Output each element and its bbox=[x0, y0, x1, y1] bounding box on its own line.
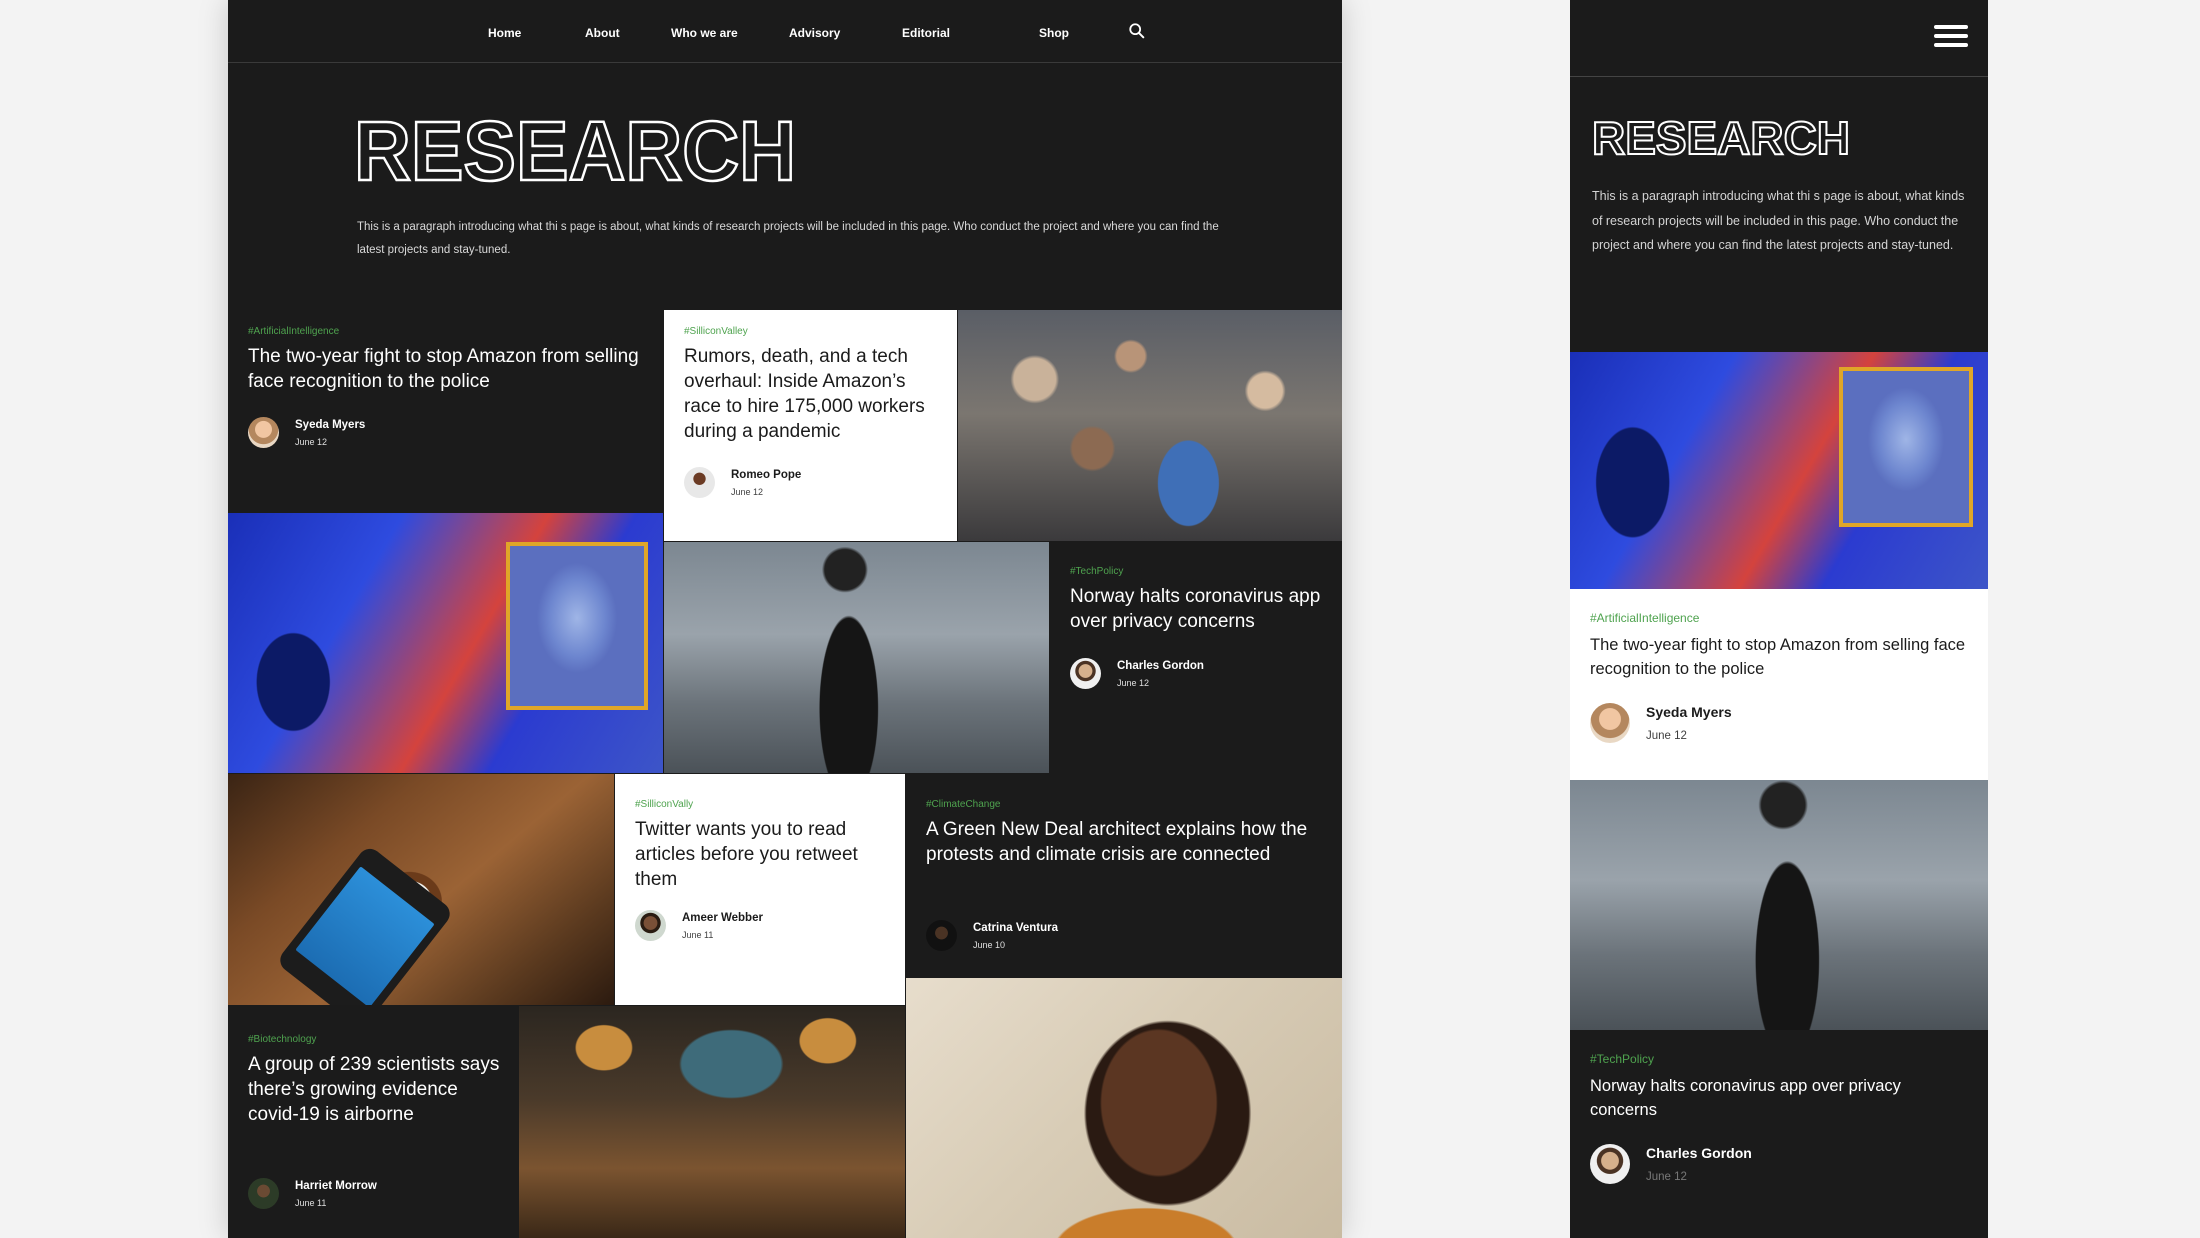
nav-item-advisory[interactable]: Advisory bbox=[789, 26, 840, 40]
smartphone-image bbox=[275, 844, 455, 1005]
mobile-page: RESEARCH This is a paragraph introducing… bbox=[1570, 0, 1988, 1238]
desktop-page: Home About Who we are Advisory Editorial… bbox=[228, 0, 1342, 1238]
hamburger-menu-icon[interactable] bbox=[1934, 25, 1968, 47]
article-date: June 11 bbox=[682, 929, 714, 940]
mobile-page-title: RESEARCH bbox=[1591, 112, 1851, 162]
search-icon[interactable] bbox=[1128, 22, 1146, 40]
article-date: June 12 bbox=[295, 436, 328, 447]
article-title[interactable]: A group of 239 scientists says there’s g… bbox=[248, 1052, 500, 1127]
article-title[interactable]: The two-year fight to stop Amazon from s… bbox=[1590, 633, 1968, 681]
avatar bbox=[1590, 1144, 1630, 1184]
nav-item-shop[interactable]: Shop bbox=[1039, 26, 1069, 40]
page-title: RESEARCH bbox=[353, 110, 798, 190]
article-title[interactable]: Rumors, death, and a tech overhaul: Insi… bbox=[684, 344, 939, 444]
article-tag: #ArtificialIntelligence bbox=[1590, 611, 1700, 625]
article-card[interactable]: #Biotechnology A group of 239 scientists… bbox=[228, 1006, 518, 1238]
avatar bbox=[1070, 658, 1101, 689]
author-name: Catrina Ventura bbox=[973, 921, 1058, 934]
mobile-article-card[interactable]: #TechPolicy Norway halts coronavirus app… bbox=[1570, 1030, 1988, 1238]
article-title[interactable]: Norway halts coronavirus app over privac… bbox=[1070, 584, 1324, 634]
author-name: Ameer Webber bbox=[682, 911, 763, 924]
portrait-woman-photo[interactable] bbox=[906, 978, 1342, 1238]
top-navigation: Home About Who we are Advisory Editorial… bbox=[228, 0, 1342, 63]
article-title[interactable]: Twitter wants you to read articles befor… bbox=[635, 817, 887, 892]
article-card[interactable]: #SilliconVally Twitter wants you to read… bbox=[615, 774, 905, 1005]
author-block: Syeda Myers June 12 bbox=[1590, 703, 1732, 743]
nav-item-about[interactable]: About bbox=[585, 26, 620, 40]
mobile-article-card[interactable]: #ArtificialIntelligence The two-year fig… bbox=[1570, 589, 1988, 780]
author-block: Catrina Ventura June 10 bbox=[926, 920, 1058, 951]
avatar bbox=[248, 1178, 279, 1209]
article-tag: #ClimateChange bbox=[926, 799, 1001, 810]
article-date: June 10 bbox=[973, 939, 1006, 950]
avatar bbox=[635, 910, 666, 941]
article-tag: #TechPolicy bbox=[1590, 1052, 1655, 1066]
woman-phone-photo[interactable] bbox=[664, 542, 1049, 773]
nav-item-editorial[interactable]: Editorial bbox=[902, 26, 950, 40]
article-card[interactable]: #ClimateChange A Green New Deal architec… bbox=[906, 774, 1342, 977]
author-block: Harriet Morrow June 11 bbox=[248, 1178, 377, 1209]
mobile-page-title-text: RESEARCH bbox=[1592, 112, 1850, 162]
nav-item-home[interactable]: Home bbox=[488, 26, 521, 40]
author-name: Harriet Morrow bbox=[295, 1179, 377, 1192]
restaurant-photo[interactable] bbox=[519, 1006, 905, 1238]
avatar bbox=[926, 920, 957, 951]
author-name: Syeda Myers bbox=[1646, 704, 1732, 720]
face-detection-frame bbox=[1839, 367, 1973, 527]
article-date: June 11 bbox=[295, 1197, 327, 1208]
avatar bbox=[684, 467, 715, 498]
woman-phone-photo[interactable] bbox=[1570, 780, 1988, 1030]
author-name: Syeda Myers bbox=[295, 418, 366, 431]
article-title[interactable]: Norway halts coronavirus app over privac… bbox=[1590, 1074, 1968, 1122]
phone-coffee-photo[interactable] bbox=[228, 774, 614, 1005]
article-tag: #Biotechnology bbox=[248, 1034, 317, 1045]
mobile-header bbox=[1570, 0, 1988, 77]
article-tag: #ArtificialIntelligence bbox=[248, 326, 340, 337]
article-date: June 12 bbox=[1646, 1171, 1687, 1183]
avatar bbox=[248, 417, 279, 448]
article-card[interactable]: #SilliconValley Rumors, death, and a tec… bbox=[664, 310, 957, 541]
article-date: June 12 bbox=[1117, 677, 1150, 688]
article-tag: #SilliconValley bbox=[684, 326, 748, 337]
intro-paragraph: This is a paragraph introducing what thi… bbox=[357, 221, 1219, 256]
nav-item-who-we-are[interactable]: Who we are bbox=[671, 26, 738, 40]
mobile-intro-paragraph: This is a paragraph introducing what thi… bbox=[1592, 189, 1965, 252]
avatar bbox=[1590, 703, 1630, 743]
author-block: Ameer Webber June 11 bbox=[635, 910, 763, 941]
article-title[interactable]: The two-year fight to stop Amazon from s… bbox=[248, 344, 645, 394]
author-block: Charles Gordon June 12 bbox=[1070, 658, 1204, 689]
article-date: June 12 bbox=[1646, 730, 1687, 742]
surveillance-camera-photo[interactable] bbox=[1570, 352, 1988, 589]
article-card[interactable]: #ArtificialIntelligence The two-year fig… bbox=[228, 310, 663, 513]
article-title[interactable]: A Green New Deal architect explains how … bbox=[926, 817, 1324, 867]
surveillance-camera-photo[interactable] bbox=[228, 513, 663, 773]
article-tag: #TechPolicy bbox=[1070, 566, 1124, 577]
article-tag: #SilliconVally bbox=[635, 799, 694, 810]
author-block: Charles Gordon June 12 bbox=[1590, 1144, 1752, 1184]
author-block: Syeda Myers June 12 bbox=[248, 417, 365, 448]
author-name: Romeo Pope bbox=[731, 468, 802, 481]
author-name: Charles Gordon bbox=[1646, 1145, 1752, 1161]
crowd-photo[interactable] bbox=[958, 310, 1342, 541]
author-block: Romeo Pope June 12 bbox=[684, 467, 801, 498]
face-detection-frame bbox=[506, 542, 648, 710]
article-date: June 12 bbox=[731, 486, 764, 497]
page-title-text: RESEARCH bbox=[354, 110, 796, 190]
article-card[interactable]: #TechPolicy Norway halts coronavirus app… bbox=[1050, 542, 1342, 773]
author-name: Charles Gordon bbox=[1117, 659, 1204, 672]
